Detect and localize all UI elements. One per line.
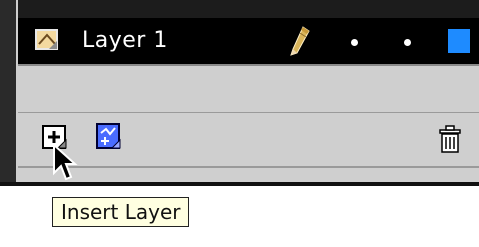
timeline-window: Layer 1 Insert Layer (0, 0, 479, 247)
layers-toolbar (18, 114, 479, 180)
mouse-cursor-icon (53, 143, 78, 181)
window-top-strip (0, 0, 479, 18)
layers-panel: Layer 1 (18, 18, 479, 182)
pencil-icon (290, 26, 310, 56)
insert-layer-tooltip: Insert Layer (52, 197, 190, 227)
toolbar-divider (18, 166, 479, 168)
visibility-dot[interactable] (351, 39, 358, 46)
delete-layer-button[interactable] (436, 124, 464, 154)
window-left-border (0, 0, 18, 185)
layer-icon (35, 29, 58, 50)
add-motion-guide-button[interactable] (96, 123, 122, 151)
empty-layer-area (18, 66, 479, 113)
layer-outline-color-swatch[interactable] (448, 29, 470, 53)
layer-row-selected[interactable]: Layer 1 (18, 18, 479, 66)
layer-name[interactable]: Layer 1 (82, 28, 168, 54)
lock-dot[interactable] (404, 39, 411, 46)
